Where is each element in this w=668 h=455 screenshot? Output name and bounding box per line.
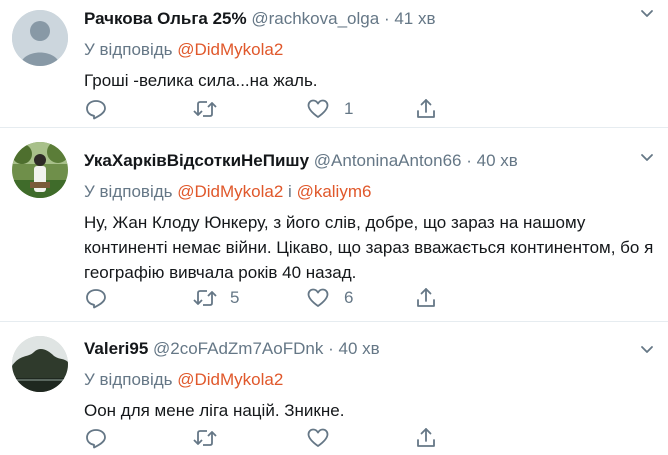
heart-icon [307,288,329,307]
reply-button[interactable] [84,286,114,310]
mention-link[interactable]: @DidMykola2 [177,40,283,59]
tweet-text: Гроші -велика сила...на жаль. [84,71,318,90]
heart-icon [307,428,329,447]
display-name[interactable]: УкаХарківВідсоткиНеПишу [84,151,309,170]
photo-avatar-icon [12,336,68,392]
username[interactable]: @rachkova_olga [251,9,379,28]
more-options-button[interactable] [640,6,654,25]
avatar[interactable] [12,336,68,392]
like-button[interactable] [306,426,366,450]
action-bar: 5 6 [84,286,444,310]
timestamp[interactable]: 40 хв [338,339,379,358]
reply-prefix: У відповідь [84,182,173,201]
separator-dot: · [383,9,390,28]
display-name[interactable]: Рачкова Ольга 25% [84,9,247,28]
username[interactable]: @AntoninaAnton66 [314,151,462,170]
retweet-icon [193,430,217,446]
more-options-button[interactable] [640,342,654,361]
like-count: 1 [344,99,354,118]
reply-and: і [288,182,292,201]
reply-context: У відповідь @DidMykola2 [84,39,658,61]
retweet-icon [193,290,217,306]
tweet-text: Ну, Жан Клоду Юнкеру, з його слів, добре… [84,213,654,282]
mention-link[interactable]: @DidMykola2 [177,370,283,389]
share-button[interactable] [414,97,444,121]
mention-link[interactable]: @kaliym6 [297,182,372,201]
photo-avatar-icon [12,142,68,198]
chevron-down-icon [641,346,653,353]
reply-prefix: У відповідь [84,370,173,389]
share-icon [417,99,435,118]
mention-link[interactable]: @DidMykola2 [177,182,283,201]
chevron-down-icon [641,154,653,161]
timestamp[interactable]: 41 хв [394,9,435,28]
tweet[interactable]: Рачкова Ольга 25% @rachkova_olga · 41 хв… [0,0,668,128]
reply-context: У відповідь @DidMykola2 [84,369,658,391]
like-button[interactable]: 6 [306,286,366,310]
avatar[interactable] [12,142,68,198]
more-options-button[interactable] [640,150,654,169]
reply-icon [86,429,106,449]
reply-button[interactable] [84,426,114,450]
tweet[interactable]: Valeri95 @2coFAdZm7AoFDnk · 40 хв У відп… [0,322,668,455]
separator-dot: · [328,339,334,358]
retweet-button[interactable] [192,426,252,450]
retweet-icon [193,101,217,117]
separator-dot: · [466,151,472,170]
timestamp[interactable]: 40 хв [477,151,518,170]
chevron-down-icon [641,10,653,17]
share-icon [417,288,435,307]
username[interactable]: @2coFAdZm7AoFDnk [153,339,323,358]
heart-icon [307,99,329,118]
tweet-text: Оон для мене ліга націй. Зникне. [84,401,345,420]
reply-icon [86,100,106,120]
share-icon [417,428,435,447]
action-bar: 1 [84,97,444,121]
retweet-count: 5 [230,288,240,307]
reply-prefix: У відповідь [84,40,173,59]
display-name[interactable]: Valeri95 [84,339,148,358]
like-count: 6 [344,288,354,307]
share-button[interactable] [414,426,444,450]
tweet-header: УкаХарківВідсоткиНеПишу @AntoninaAnton66… [84,150,658,172]
reply-button[interactable] [84,97,114,121]
like-button[interactable]: 1 [306,97,366,121]
retweet-button[interactable] [192,97,252,121]
reply-context: У відповідь @DidMykola2 і @kaliym6 [84,181,658,203]
reply-icon [86,289,106,309]
tweet[interactable]: УкаХарківВідсоткиНеПишу @AntoninaAnton66… [0,128,668,322]
default-user-avatar-icon [12,10,68,66]
action-bar [84,426,444,450]
tweet-header: Valeri95 @2coFAdZm7AoFDnk · 40 хв [84,338,658,360]
share-button[interactable] [414,286,444,310]
retweet-button[interactable]: 5 [192,286,252,310]
avatar[interactable] [12,10,68,66]
tweet-header: Рачкова Ольга 25% @rachkova_olga · 41 хв [84,8,658,30]
